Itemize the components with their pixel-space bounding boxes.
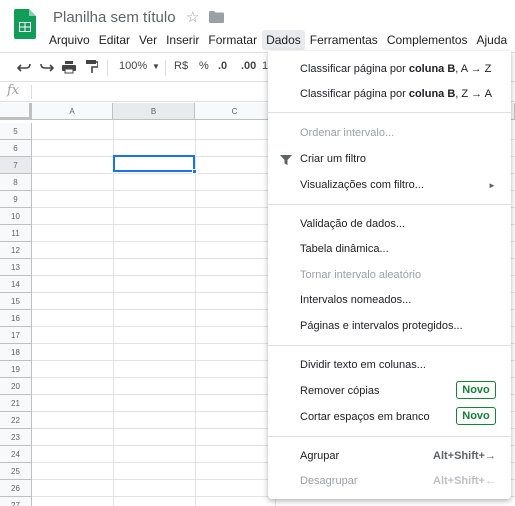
select-all-corner[interactable] — [0, 103, 32, 120]
row-header[interactable]: 21 — [0, 395, 32, 412]
row-header[interactable]: 20 — [0, 378, 32, 395]
menu-divider — [268, 112, 511, 113]
row-header[interactable]: 13 — [0, 259, 32, 276]
menu-ferramentas[interactable]: Ferramentas — [306, 30, 382, 50]
menu-arquivo[interactable]: Arquivo — [45, 30, 94, 50]
menu-bar: Arquivo Editar Ver Inserir Formatar Dado… — [45, 29, 512, 51]
row-header[interactable]: 12 — [0, 242, 32, 259]
group-shortcut: Alt+Shift+→ — [433, 450, 496, 462]
menu-divider — [268, 204, 511, 205]
menu-editar[interactable]: Editar — [95, 30, 134, 50]
increase-decimal-button[interactable]: .00 — [241, 60, 256, 72]
filter-views-item[interactable]: Visualizações com filtro... — [300, 179, 424, 191]
menu-complementos[interactable]: Complementos — [383, 30, 472, 50]
submenu-arrow-icon: ► — [488, 181, 496, 190]
sort-sheet-za-item[interactable]: Classificar página por coluna B, Z → A — [300, 88, 492, 100]
new-badge: Novo — [456, 381, 496, 399]
row-header[interactable]: 10 — [0, 208, 32, 225]
pivot-table-item[interactable]: Tabela dinâmica... — [300, 243, 389, 255]
row-header[interactable]: 8 — [0, 174, 32, 191]
percent-format-button[interactable]: % — [199, 60, 209, 72]
row-header[interactable]: 11 — [0, 225, 32, 242]
row-header[interactable]: 9 — [0, 191, 32, 208]
selected-cell[interactable] — [113, 155, 195, 172]
protected-ranges-item[interactable]: Páginas e intervalos protegidos... — [300, 320, 463, 332]
paint-format-icon[interactable] — [86, 60, 98, 74]
ungroup-item: Desagrupar — [300, 475, 358, 487]
row-header[interactable]: 5 — [0, 123, 32, 140]
menu-dados[interactable]: Dados — [262, 30, 305, 50]
sheets-logo-icon[interactable] — [14, 9, 36, 39]
row-header[interactable]: 6 — [0, 140, 32, 157]
randomize-range-item: Tornar intervalo aleatório — [300, 269, 422, 281]
menu-divider — [268, 345, 511, 346]
row-header[interactable]: 18 — [0, 344, 32, 361]
column-header-b[interactable]: B — [113, 103, 195, 120]
sheets-window: Planilha sem título ☆ Arquivo Editar Ver… — [0, 0, 515, 506]
data-validation-item[interactable]: Validação de dados... — [300, 218, 405, 230]
decrease-decimal-button[interactable]: .0 — [218, 60, 227, 72]
sort-sheet-az-item[interactable]: Classificar página por coluna B, A → Z — [300, 63, 491, 75]
print-icon[interactable] — [62, 60, 76, 74]
row-header[interactable]: 14 — [0, 276, 32, 293]
row-header[interactable]: 17 — [0, 327, 32, 344]
ungroup-shortcut: Alt+Shift+← — [433, 475, 496, 487]
row-header[interactable]: 19 — [0, 361, 32, 378]
toolbar-divider — [107, 60, 108, 76]
chevron-down-icon[interactable]: ▼ — [152, 62, 160, 71]
group-item[interactable]: Agrupar — [300, 450, 339, 462]
sort-range-item: Ordenar intervalo... — [300, 127, 395, 139]
row-header[interactable]: 23 — [0, 429, 32, 446]
row-header[interactable]: 27 — [0, 497, 32, 506]
menu-divider — [268, 436, 511, 437]
row-header[interactable]: 7 — [0, 157, 32, 174]
row-header[interactable]: 15 — [0, 293, 32, 310]
new-badge: Novo — [456, 407, 496, 425]
named-ranges-item[interactable]: Intervalos nomeados... — [300, 294, 411, 306]
menu-formatar[interactable]: Formatar — [204, 30, 261, 50]
column-header-c[interactable]: C — [195, 103, 275, 120]
row-header[interactable]: 16 — [0, 310, 32, 327]
currency-format-button[interactable]: R$ — [174, 60, 188, 72]
split-text-item[interactable]: Dividir texto em colunas... — [300, 359, 426, 371]
star-icon[interactable]: ☆ — [186, 8, 199, 26]
create-filter-item[interactable]: Criar um filtro — [300, 153, 366, 165]
column-header-a[interactable]: A — [32, 103, 113, 120]
trim-whitespace-item[interactable]: Cortar espaços em branco — [300, 411, 430, 423]
row-header[interactable]: 26 — [0, 480, 32, 497]
toolbar-divider — [165, 60, 166, 76]
remove-duplicates-item[interactable]: Remover cópias — [300, 385, 379, 397]
filter-icon — [280, 155, 292, 165]
undo-icon[interactable] — [17, 61, 31, 73]
formula-divider — [31, 85, 32, 99]
row-header[interactable]: 22 — [0, 412, 32, 429]
fill-handle[interactable] — [192, 169, 197, 174]
fx-icon: fx — [7, 83, 20, 98]
document-title[interactable]: Planilha sem título — [53, 9, 176, 26]
menu-inserir[interactable]: Inserir — [162, 30, 203, 50]
data-menu-dropdown: Classificar página por coluna B, A → Z C… — [268, 51, 511, 499]
folder-icon[interactable] — [209, 11, 224, 23]
redo-icon[interactable] — [40, 61, 54, 73]
zoom-select[interactable]: 100% — [119, 60, 147, 72]
row-header[interactable]: 25 — [0, 463, 32, 480]
menu-ajuda[interactable]: Ajuda — [473, 30, 512, 50]
row-header[interactable]: 24 — [0, 446, 32, 463]
menu-ver[interactable]: Ver — [135, 30, 161, 50]
